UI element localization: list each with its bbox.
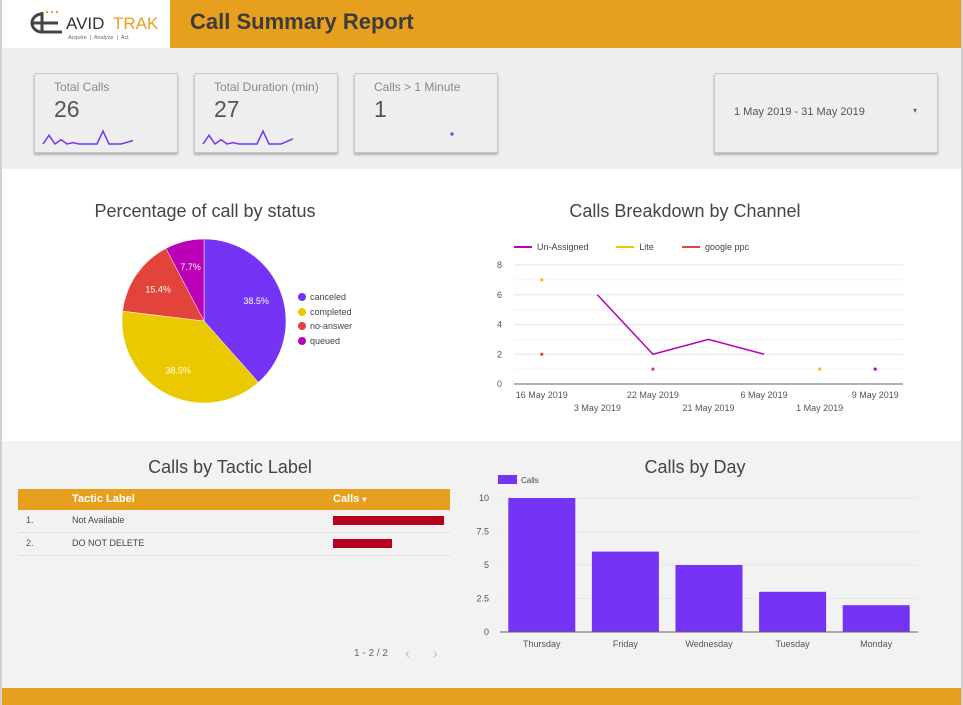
pie-slice-label: 15.4% <box>145 284 171 294</box>
legend-label: Lite <box>639 242 654 252</box>
table-title: Calls by Tactic Label <box>148 457 312 477</box>
pie-slice-label: 38.5% <box>165 365 191 375</box>
sparkline-chart <box>202 129 294 146</box>
y-tick-label: 6 <box>497 290 502 300</box>
series-point-lite <box>540 278 544 282</box>
legend-label: Un-Assigned <box>537 242 589 252</box>
next-page-button[interactable]: › <box>433 645 438 661</box>
x-tick-label: 9 May 2019 <box>852 390 899 400</box>
table-header: Tactic Label Calls ▾ <box>18 489 450 510</box>
legend-swatch-icon <box>298 322 306 330</box>
legend-label: canceled <box>310 292 347 302</box>
kpi-card-total-duration[interactable]: Total Duration (min) 27 <box>194 73 338 153</box>
column-header-calls[interactable]: Calls ▾ <box>333 493 366 505</box>
series-point-un-assigned <box>873 367 877 371</box>
bar-monday <box>842 605 910 632</box>
dropdown-caret-icon: ▾ <box>913 106 918 115</box>
bar-chart: 0 2.5 5 7.5 10 Thursday Friday Wednesday Tuesday… <box>476 475 918 649</box>
legend-label: completed <box>310 306 352 317</box>
sparkline-line <box>42 129 134 146</box>
legend-swatch-icon <box>298 293 306 301</box>
legend-swatch-icon <box>298 336 306 345</box>
page-title: Call Summary Report <box>190 9 414 34</box>
y-tick-label: 10 <box>479 493 489 503</box>
series-point-lite <box>818 367 822 371</box>
pagination-status: 1 - 2 / 2 <box>354 648 388 659</box>
x-tick-label: 22 May 2019 <box>627 390 679 400</box>
bar-thursday <box>508 498 576 632</box>
legend-item-canceled[interactable]: canceled <box>298 292 346 302</box>
y-tick-label: 0 <box>497 379 502 389</box>
legend-label: no-answer <box>310 321 353 331</box>
x-tick-label: Wednesday <box>685 639 733 649</box>
sparkline-chart <box>450 132 454 136</box>
y-tick-label: 2 <box>497 349 502 359</box>
y-tick-label: 7.5 <box>476 527 489 537</box>
row-calls-bar <box>333 539 392 548</box>
x-tick-label: Friday <box>613 639 639 649</box>
avidtrak-logo-icon: AVID TRAK Acquire | Analyze | Act <box>30 11 159 41</box>
table-row[interactable]: 1. Not Available <box>18 510 450 533</box>
kpi-card-calls-over-1-minute[interactable]: Calls > 1 Minute 1 <box>354 73 498 153</box>
legend-item-queued[interactable]: queued <box>298 336 340 346</box>
column-header-calls-label: Calls <box>333 493 360 505</box>
frame-border-left <box>0 0 2 705</box>
logo-text-trak: TRAK <box>113 14 159 33</box>
bar-friday <box>591 551 659 632</box>
line-chart: 0 2 4 6 8 16 May 2019 3 May 2019 22 May 201921 … <box>497 242 903 413</box>
date-range-value: 1 May 2019 - 31 May 2019 <box>734 106 865 118</box>
x-tick-label: Thursday <box>523 639 561 649</box>
date-range-picker[interactable]: 1 May 2019 - 31 May 2019 ▾ <box>714 73 938 153</box>
pie-slice-label: 7.7% <box>180 262 201 272</box>
sparkline-line <box>202 129 294 146</box>
row-calls-bar <box>333 516 444 525</box>
sparkline-point <box>450 132 454 136</box>
y-tick-label: 4 <box>497 320 502 330</box>
x-tick-label: 1 May 2019 <box>796 403 843 413</box>
bar-wednesday <box>675 565 743 632</box>
legend-label: Calls <box>521 476 539 485</box>
y-tick-label: 5 <box>484 560 489 570</box>
legend-swatch-icon <box>298 307 306 316</box>
x-tick-label: Tuesday <box>776 639 811 649</box>
row-tactic-label: DO NOT DELETE <box>72 538 145 548</box>
previous-page-button[interactable]: ‹ <box>405 645 410 661</box>
y-tick-label: 2.5 <box>476 594 489 604</box>
pie-slice-label: 38.5% <box>243 296 269 306</box>
legend-item-no-answer[interactable]: no-answer <box>298 321 352 331</box>
pie-chart: 38.5% 38.5% 15.4% 7.7% <box>121 238 287 404</box>
logo: AVID TRAK Acquire | Analyze | Act <box>2 0 170 48</box>
x-tick-label: 3 May 2019 <box>574 403 621 413</box>
row-index: 1. <box>26 515 34 525</box>
sort-desc-icon: ▾ <box>362 495 367 504</box>
logo-tagline: Acquire | Analyze | Act <box>68 35 129 41</box>
footer-bar <box>2 688 961 705</box>
row-index: 2. <box>26 538 34 548</box>
legend-label: google ppc <box>705 242 750 252</box>
x-tick-label: Monday <box>860 639 893 649</box>
bar-tuesday <box>759 591 827 632</box>
legend-swatch-icon <box>498 475 517 484</box>
series-point-google-ppc <box>540 352 544 356</box>
row-tactic-label: Not Available <box>72 515 125 525</box>
column-header-tactic-label[interactable]: Tactic Label <box>72 493 135 505</box>
y-tick-label: 0 <box>484 627 489 637</box>
kpi-card-total-calls[interactable]: Total Calls 26 <box>34 73 178 153</box>
pie-chart-title: Percentage of call by status <box>94 201 316 221</box>
x-tick-label: 21 May 2019 <box>682 403 734 413</box>
series-point-google-ppc <box>651 367 655 371</box>
y-tick-label: 8 <box>497 260 502 270</box>
line-chart-title: Calls Breakdown by Channel <box>569 201 801 221</box>
x-tick-label: 6 May 2019 <box>741 390 788 400</box>
table-row[interactable]: 2. DO NOT DELETE <box>18 533 450 556</box>
logo-text-avid: AVID <box>66 14 104 33</box>
sparkline-chart <box>42 129 134 146</box>
x-tick-label: 16 May 2019 <box>516 390 568 400</box>
legend-label: queued <box>310 335 341 346</box>
legend-item-completed[interactable]: completed <box>298 307 352 317</box>
